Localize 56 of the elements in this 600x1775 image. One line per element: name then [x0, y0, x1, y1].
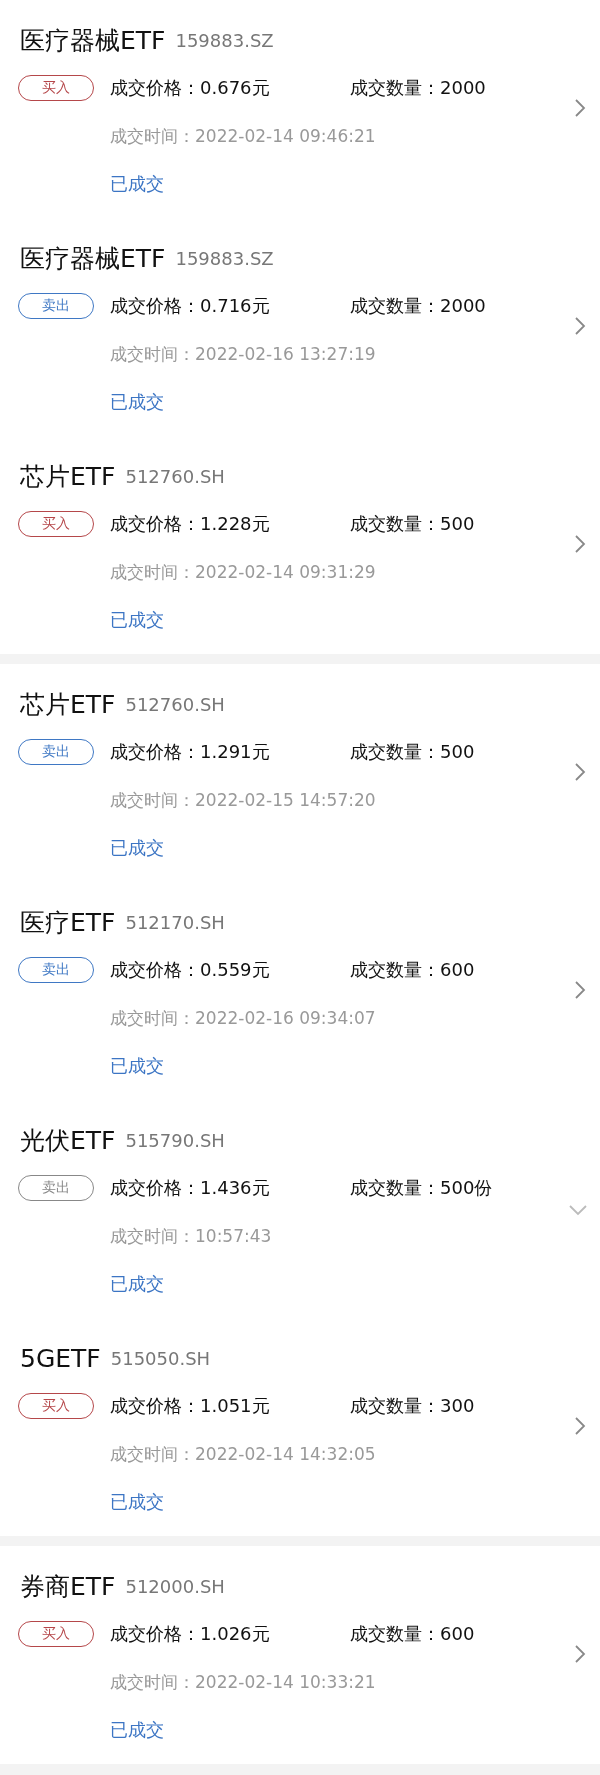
trade-price: 成交价格：0.716元 — [110, 294, 271, 318]
trade-quantity: 成交数量：500 — [350, 512, 475, 536]
fund-code: 512170.SH — [125, 911, 225, 933]
chevron-right-icon[interactable] — [574, 534, 586, 554]
fund-code: 512760.SH — [125, 693, 225, 715]
trade-time: 成交时间：2022-02-14 10:33:21 — [110, 1670, 376, 1694]
fund-name: 医疗器械ETF — [20, 242, 166, 275]
fund-name: 医疗ETF — [20, 906, 116, 939]
fund-name: 光伏ETF — [20, 1124, 116, 1157]
trade-status: 已成交 — [110, 172, 164, 196]
trade-status: 已成交 — [110, 836, 164, 860]
trade-quantity: 成交数量：500 — [350, 740, 475, 764]
chevron-down-icon[interactable] — [568, 1204, 588, 1216]
fund-name: 芯片ETF — [20, 460, 116, 493]
trade-time: 成交时间：2022-02-16 09:34:07 — [110, 1006, 376, 1030]
trade-status: 已成交 — [110, 1718, 164, 1742]
chevron-right-icon[interactable] — [574, 980, 586, 1000]
trade-quantity: 成交数量：2000 — [350, 294, 486, 318]
fund-name: 券商ETF — [20, 1570, 116, 1603]
trade-status: 已成交 — [110, 1490, 164, 1514]
trade-status: 已成交 — [110, 390, 164, 414]
fund-code: 515050.SH — [110, 1347, 211, 1369]
trade-price: 成交价格：0.676元 — [110, 76, 271, 100]
chevron-right-icon[interactable] — [574, 1416, 586, 1436]
fund-code: 515790.SH — [125, 1129, 225, 1151]
fund-code: 159883.SZ — [175, 247, 274, 269]
trade-price: 成交价格：1.228元 — [110, 512, 271, 536]
chevron-right-icon[interactable] — [574, 762, 586, 782]
fund-code: 159883.SZ — [175, 29, 274, 51]
trade-status: 已成交 — [110, 1272, 164, 1296]
trade-quantity: 成交数量：600 — [350, 1622, 475, 1646]
fund-name: 芯片ETF — [20, 688, 116, 721]
trade-quantity: 成交数量：300 — [350, 1394, 475, 1418]
trade-time: 成交时间：2022-02-14 09:46:21 — [110, 124, 376, 148]
fund-name: 5GETF — [20, 1343, 101, 1373]
trade-time: 成交时间：2022-02-14 14:32:05 — [110, 1442, 376, 1466]
fund-code: 512760.SH — [125, 465, 225, 487]
trade-status: 已成交 — [110, 608, 164, 632]
chevron-right-icon[interactable] — [574, 316, 586, 336]
chevron-right-icon[interactable] — [574, 98, 586, 118]
trade-price: 成交价格：1.051元 — [110, 1394, 271, 1418]
trade-quantity: 成交数量：500份 — [350, 1176, 493, 1200]
trade-time: 成交时间：2022-02-16 13:27:19 — [110, 342, 376, 366]
trade-time: 成交时间：10:57:43 — [110, 1224, 272, 1248]
fund-name: 医疗器械ETF — [20, 24, 166, 57]
trade-price: 成交价格：1.026元 — [110, 1622, 271, 1646]
trade-time: 成交时间：2022-02-15 14:57:20 — [110, 788, 376, 812]
trade-price: 成交价格：0.559元 — [110, 958, 271, 982]
trade-time: 成交时间：2022-02-14 09:31:29 — [110, 560, 376, 584]
trade-price: 成交价格：1.436元 — [110, 1176, 271, 1200]
chevron-right-icon[interactable] — [574, 1644, 586, 1664]
trade-price: 成交价格：1.291元 — [110, 740, 271, 764]
trade-status: 已成交 — [110, 1054, 164, 1078]
fund-code: 512000.SH — [125, 1575, 225, 1597]
trade-quantity: 成交数量：600 — [350, 958, 475, 982]
trade-quantity: 成交数量：2000 — [350, 76, 486, 100]
